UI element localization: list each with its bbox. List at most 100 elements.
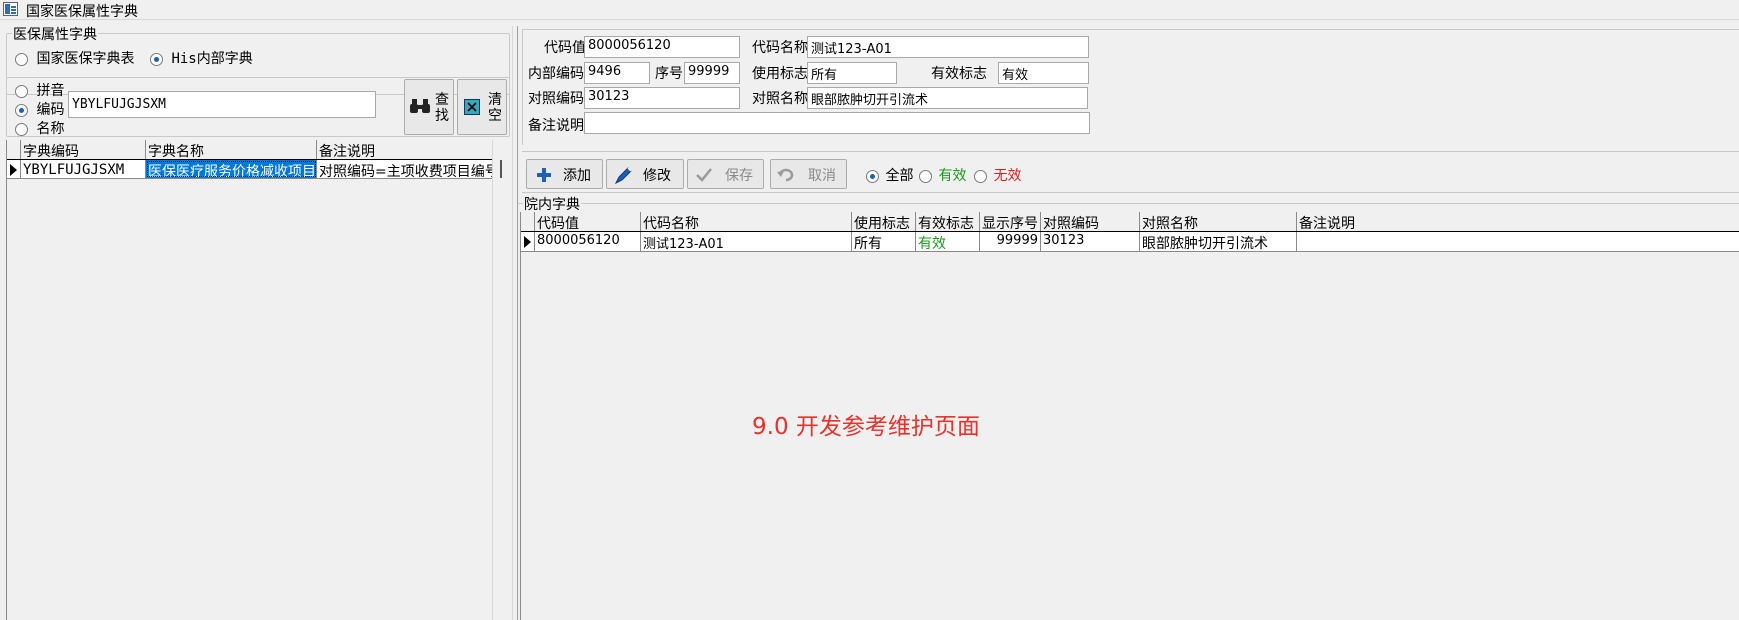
inner-col-map-code[interactable]: 对照编码: [1041, 212, 1140, 231]
inner-cell-use[interactable]: 所有: [852, 232, 916, 251]
seq-label: 序号: [655, 66, 683, 82]
inner-cell-code[interactable]: 8000056120: [535, 232, 641, 251]
use-flag-label: 使用标志: [752, 66, 808, 82]
seq-field[interactable]: 99999: [684, 62, 740, 84]
remark-field[interactable]: [584, 112, 1090, 134]
inner-col-seq[interactable]: 显示序号: [980, 212, 1041, 231]
use-flag-select[interactable]: 所有: [807, 62, 897, 84]
current-row-arrow-icon: [524, 236, 531, 248]
add-button-label: 添加: [563, 168, 591, 184]
dict-grid-scrollbar[interactable]: [492, 140, 510, 620]
undo-icon: [777, 168, 794, 182]
left-panel: 医保属性字典 国家医保字典表 His内部字典 拼音 编码 名称 YBYLFUJG…: [0, 21, 516, 620]
radio-national-dict-label: 国家医保字典表: [36, 51, 135, 67]
table-row[interactable]: 8000056120 测试123-A01 所有 有效 99999 30123 眼…: [521, 232, 1739, 252]
dict-grid: 字典编码 字典名称 备注说明 YBYLFUJGJSXM 医保医疗服务价格减收项目…: [6, 140, 493, 620]
dict-grid-col-name[interactable]: 字典名称: [146, 140, 317, 159]
dict-grid-col-code[interactable]: 字典编码: [21, 140, 146, 159]
valid-flag-select[interactable]: 有效: [998, 62, 1089, 84]
code-name-label: 代码名称: [752, 40, 808, 56]
row-indicator: [7, 160, 21, 178]
internal-code-label: 内部编码: [528, 66, 584, 82]
check-icon: [696, 168, 712, 182]
search-radio-code[interactable]: 编码: [15, 99, 65, 118]
inner-dict-group-title: 院内字典: [523, 194, 581, 214]
clear-button[interactable]: 清空: [457, 79, 507, 135]
window-title: 国家医保属性字典: [26, 4, 138, 20]
radio-his-dict[interactable]: [150, 52, 163, 66]
inner-grid-header: 代码值 代码名称 使用标志 有效标志 显示序号 对照编码 对照名称 备注说明: [521, 212, 1739, 232]
inner-cell-valid[interactable]: 有效: [916, 232, 980, 251]
inner-grid-header-indicator: [521, 212, 535, 231]
inner-col-valid[interactable]: 有效标志: [916, 212, 980, 231]
inner-col-map-name[interactable]: 对照名称: [1140, 212, 1297, 231]
add-button[interactable]: 添加: [526, 159, 603, 189]
clear-button-label: 清空: [488, 92, 502, 124]
find-button-label: 查找: [435, 92, 449, 124]
search-radio-pinyin[interactable]: 拼音: [15, 80, 65, 99]
find-button[interactable]: 查找: [404, 79, 454, 135]
filter-all[interactable]: 全部: [866, 165, 913, 185]
radio-his-dict-label: His内部字典: [171, 51, 253, 67]
pen-icon: [614, 167, 632, 185]
search-radio-name[interactable]: 名称: [15, 118, 64, 137]
filter-valid-label: 有效: [938, 168, 967, 184]
map-code-field[interactable]: 30123: [584, 87, 740, 109]
title-bar: 国家医保属性字典: [0, 0, 1739, 20]
radio-name[interactable]: [15, 122, 28, 136]
inner-col-name[interactable]: 代码名称: [641, 212, 852, 231]
dict-cell-code[interactable]: YBYLFUJGJSXM: [21, 160, 146, 178]
map-name-label: 对照名称: [752, 91, 808, 107]
map-name-field[interactable]: 眼部脓肿切开引流术: [807, 87, 1088, 109]
cancel-button-label: 取消: [808, 168, 836, 184]
radio-code[interactable]: [15, 103, 28, 117]
inner-col-use[interactable]: 使用标志: [852, 212, 916, 231]
attribute-dict-group-title: 医保属性字典: [12, 24, 98, 44]
inner-cell-name[interactable]: 测试123-A01: [641, 232, 852, 251]
inner-col-remark[interactable]: 备注说明: [1297, 212, 1739, 231]
dict-grid-header-indicator: [7, 140, 21, 159]
dict-cell-remark[interactable]: 对照编码=主项收费项目编号: [317, 160, 493, 178]
radio-national-dict[interactable]: [15, 52, 28, 66]
filter-valid[interactable]: 有效: [919, 165, 966, 185]
inner-cell-map-name[interactable]: 眼部脓肿切开引流术: [1140, 232, 1297, 251]
cancel-button[interactable]: 取消: [770, 159, 847, 189]
dict-grid-scroll-thumb[interactable]: [500, 160, 502, 178]
radio-pinyin[interactable]: [15, 84, 28, 98]
code-label: 代码值: [544, 40, 586, 56]
inner-cell-map-code[interactable]: 30123: [1041, 232, 1140, 251]
internal-code-field[interactable]: 9496: [584, 62, 650, 84]
save-button-label: 保存: [725, 168, 753, 184]
radio-filter-valid[interactable]: [919, 169, 932, 183]
dict-cell-name[interactable]: 医保医疗服务价格减收项目: [146, 160, 317, 178]
inner-cell-remark[interactable]: [1297, 232, 1739, 251]
code-field[interactable]: 8000056120: [584, 36, 740, 58]
source-radio-national[interactable]: 国家医保字典表: [15, 48, 134, 68]
radio-filter-all[interactable]: [866, 169, 879, 183]
inner-cell-seq[interactable]: 99999: [980, 232, 1041, 251]
filter-all-label: 全部: [885, 168, 914, 184]
current-row-arrow-icon: [10, 164, 17, 176]
valid-flag-label: 有效标志: [931, 66, 987, 82]
filter-invalid-label: 无效: [993, 168, 1022, 184]
filter-invalid[interactable]: 无效: [974, 165, 1021, 185]
radio-code-label: 编码: [36, 102, 65, 118]
map-code-label: 对照编码: [528, 91, 584, 107]
plus-icon: [537, 168, 551, 182]
save-button[interactable]: 保存: [687, 159, 764, 189]
binoculars-icon: [410, 99, 430, 113]
right-panel: 代码值 8000056120 代码名称 测试123-A01 内部编码 9496 …: [518, 21, 1739, 620]
dev-reference-note: 9.0 开发参考维护页面: [752, 414, 980, 440]
code-name-field[interactable]: 测试123-A01: [807, 36, 1089, 58]
inner-col-code[interactable]: 代码值: [535, 212, 641, 231]
source-radio-his[interactable]: His内部字典: [150, 48, 253, 68]
dict-grid-col-remark[interactable]: 备注说明: [317, 140, 493, 159]
table-row[interactable]: YBYLFUJGJSXM 医保医疗服务价格减收项目 对照编码=主项收费项目编号: [7, 160, 493, 179]
radio-filter-invalid[interactable]: [974, 169, 987, 183]
search-input[interactable]: YBYLFUJGJSXM: [68, 91, 376, 118]
remark-label: 备注说明: [528, 118, 584, 134]
edit-button[interactable]: 修改: [606, 159, 684, 189]
clear-icon: [464, 99, 480, 115]
radio-pinyin-label: 拼音: [36, 83, 65, 99]
app-icon: [3, 2, 18, 16]
